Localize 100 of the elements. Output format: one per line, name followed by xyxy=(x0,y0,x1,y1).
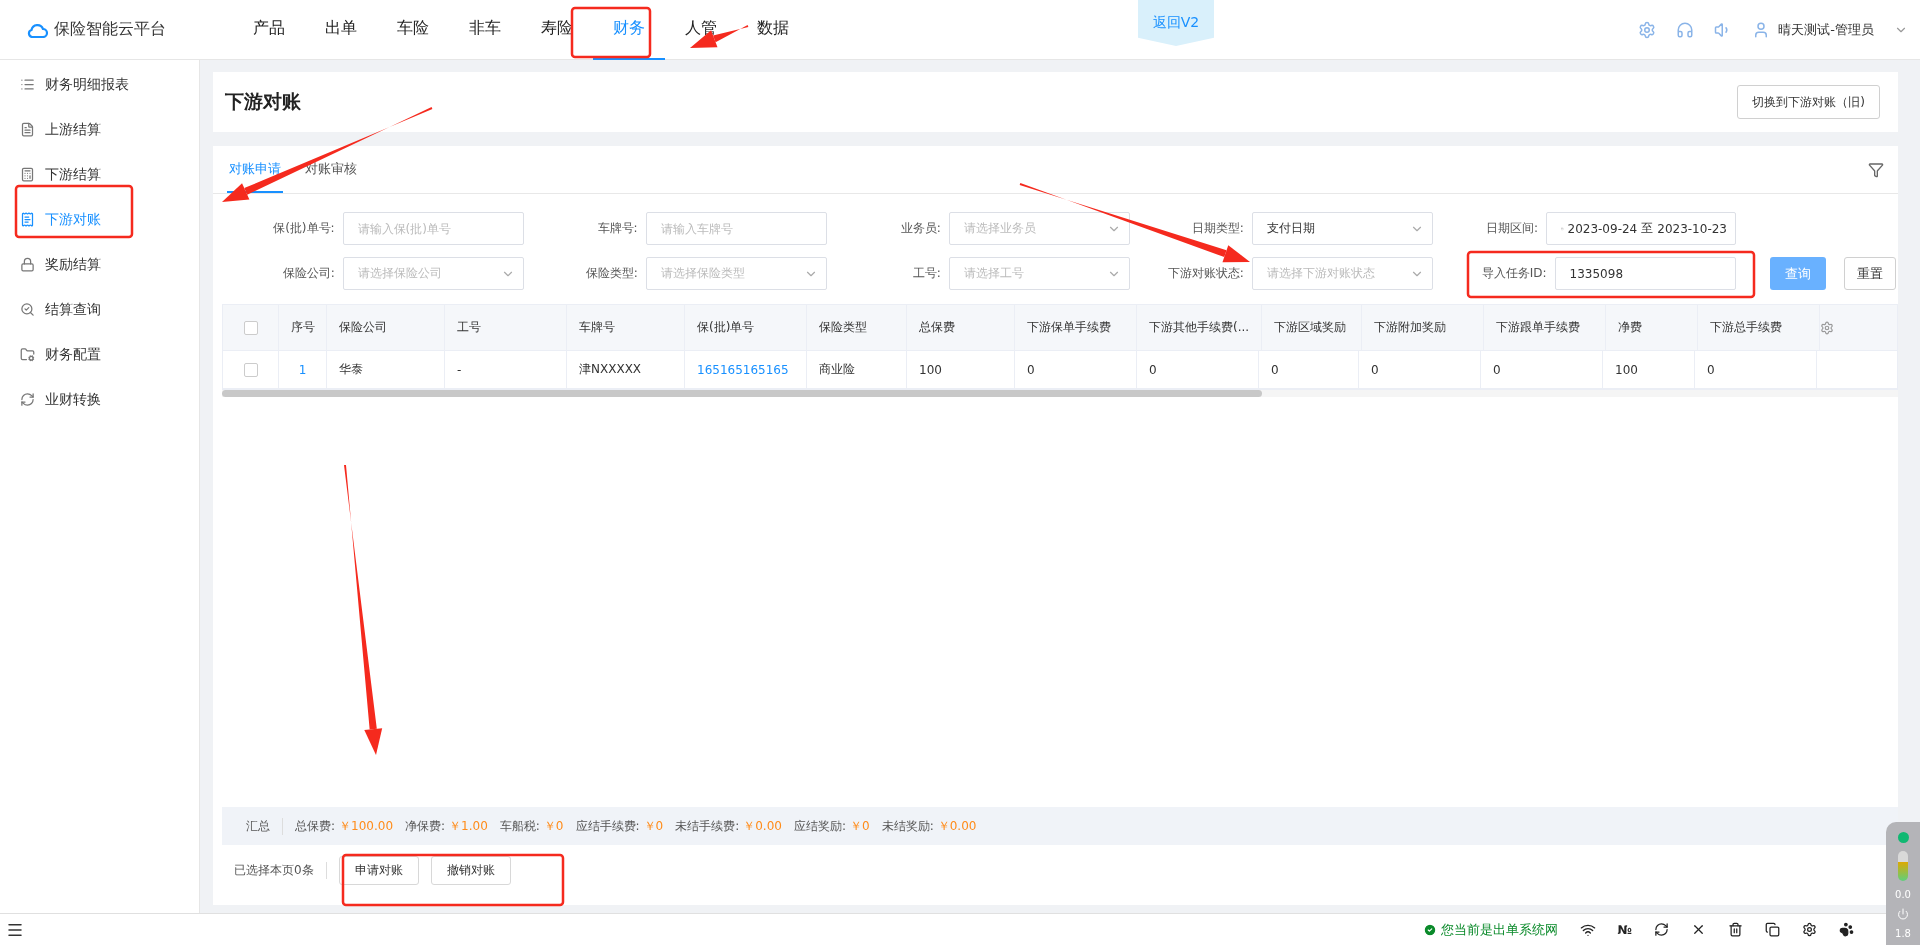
close-icon[interactable] xyxy=(1691,922,1706,937)
table-cell: 100 xyxy=(907,351,1015,388)
list-icon xyxy=(20,77,35,92)
checkbox[interactable] xyxy=(243,320,258,335)
text-field[interactable]: 请输入保(批)单号 xyxy=(342,212,524,245)
table-cell: 0 xyxy=(1015,351,1137,388)
filter-label: 车牌号: xyxy=(596,220,639,237)
switch-button[interactable]: 切换到下游对账（旧) xyxy=(1737,85,1880,119)
table-cell: 0 xyxy=(1359,351,1481,388)
table-cell: 商业险 xyxy=(807,351,907,388)
column-header: 保险类型 xyxy=(807,305,907,350)
column-header: 总保费 xyxy=(907,305,1015,350)
nav-tab[interactable]: 产品 xyxy=(233,0,305,60)
reset-button[interactable]: 重置 xyxy=(1844,257,1896,290)
table-cell: 0 xyxy=(1259,351,1359,388)
table-cell: 0 xyxy=(1481,351,1603,388)
column-header: 下游区域奖励 xyxy=(1262,305,1363,350)
check-icon xyxy=(1422,922,1437,937)
table-cell: 100 xyxy=(1603,351,1695,388)
cloud-logo-icon xyxy=(26,21,48,38)
filter-label: 下游对账状态: xyxy=(1166,265,1245,282)
action-button[interactable]: 撤销对账 xyxy=(430,855,511,885)
filter-label: 导入任务ID: xyxy=(1480,265,1548,282)
refresh-icon[interactable] xyxy=(1654,922,1669,937)
text-field[interactable]: 请输入车牌号 xyxy=(645,212,827,245)
summary-label: 汇总 xyxy=(246,817,283,835)
filter-icon[interactable] xyxy=(1868,161,1884,178)
network-message: 您当前是出单系统网 xyxy=(1440,920,1558,939)
table-cell: 津NXXXXX xyxy=(567,351,685,388)
summary-key: 总保费: xyxy=(295,817,336,835)
filter-label: 日期类型: xyxy=(1190,220,1245,237)
headset-icon[interactable] xyxy=(1676,20,1695,39)
power-icon xyxy=(1897,908,1909,920)
upload-speed: 0.0 xyxy=(1895,889,1911,900)
table-cell: 华泰 xyxy=(327,351,445,388)
column-header: 净费 xyxy=(1606,305,1699,350)
download-speed: 1.8 xyxy=(1895,928,1911,939)
refresh-icon xyxy=(20,392,35,407)
filter-label: 业务员: xyxy=(899,220,942,237)
filter-label: 保险类型: xyxy=(584,265,639,282)
summary-key: 应结手续费: xyxy=(575,817,640,835)
table-cell: 0 xyxy=(1695,351,1817,388)
select-field[interactable]: 支付日期 xyxy=(1251,212,1433,245)
nav-tab[interactable]: 寿险 xyxy=(521,0,593,60)
summary-value: ￥0.00 xyxy=(937,817,977,835)
table-cell: 0 xyxy=(1137,351,1259,388)
nav-tab[interactable]: 非车 xyxy=(449,0,521,60)
checkbox[interactable] xyxy=(243,362,258,377)
page-title: 下游对账 xyxy=(225,89,301,114)
user-name[interactable]: 晴天测试-管理员 xyxy=(1778,20,1874,39)
summary-key: 应结奖励: xyxy=(793,817,846,835)
nav-tab[interactable]: 数据 xyxy=(737,0,809,60)
paw-icon[interactable] xyxy=(1839,922,1854,937)
settings-icon[interactable] xyxy=(1802,922,1817,937)
sidebar-item[interactable]: 下游结算 xyxy=(0,152,199,197)
nav-tab[interactable]: 人管 xyxy=(665,0,737,60)
column-header: 下游跟单手续费 xyxy=(1484,305,1607,350)
summary-value: ￥0 xyxy=(543,817,564,835)
column-header: 工号 xyxy=(445,305,567,350)
summary-value: ￥1.00 xyxy=(449,817,488,835)
summary-value: ￥0 xyxy=(850,817,870,835)
summary-value: ￥100.00 xyxy=(339,817,394,835)
sidebar-item[interactable]: 结算查询 xyxy=(0,287,199,332)
lock-icon xyxy=(20,257,35,272)
column-header: 车牌号 xyxy=(567,305,685,350)
number-sign-button[interactable]: № xyxy=(1617,922,1632,937)
filter-label: 日期区间: xyxy=(1484,220,1539,237)
receipt-icon xyxy=(20,212,35,227)
nav-tab[interactable]: 出单 xyxy=(305,0,377,60)
column-header: 下游保单手续费 xyxy=(1015,305,1137,350)
text-field[interactable]: 1335098 xyxy=(1554,257,1736,290)
trash-icon[interactable] xyxy=(1728,922,1743,937)
action-button[interactable]: 申请对账 xyxy=(338,855,419,885)
gauge-icon xyxy=(1898,851,1908,881)
nav-tab[interactable]: 车险 xyxy=(377,0,449,60)
table-cell: 1 xyxy=(279,351,327,388)
sidebar-item[interactable]: 上游结算 xyxy=(0,107,199,152)
sidebar-item[interactable]: 财务明细报表 xyxy=(0,62,199,107)
column-header: 序号 xyxy=(279,305,327,350)
table-cell: - xyxy=(445,351,567,388)
sidebar-item[interactable]: 业财转换 xyxy=(0,377,199,422)
sidebar-item[interactable]: 财务配置 xyxy=(0,332,199,377)
scrollbar-thumb[interactable] xyxy=(222,390,1262,397)
search-document-icon xyxy=(20,302,35,317)
column-header: 保险公司 xyxy=(327,305,445,350)
copy-icon[interactable] xyxy=(1765,922,1780,937)
summary-value: ￥0.00 xyxy=(743,817,782,835)
summary-key: 未结手续费: xyxy=(675,817,740,835)
column-header: 下游其他手续费(... xyxy=(1137,305,1263,350)
date-range-field[interactable]: 2023-09-24 至 2023-10-23 xyxy=(1546,212,1736,245)
folder-gear-icon xyxy=(20,347,35,362)
status-dot-icon xyxy=(1897,832,1909,843)
sidebar-item[interactable]: 奖励结算 xyxy=(0,242,199,287)
calculator-icon xyxy=(20,167,35,182)
column-header: 下游总手续费 xyxy=(1698,305,1821,350)
summary-key: 车船税: xyxy=(499,817,540,835)
summary-key: 未结奖励: xyxy=(881,817,934,835)
filter-label: 保险公司: xyxy=(281,265,336,282)
filter-label: 工号: xyxy=(911,265,942,282)
column-header: 下游附加奖励 xyxy=(1362,305,1485,350)
